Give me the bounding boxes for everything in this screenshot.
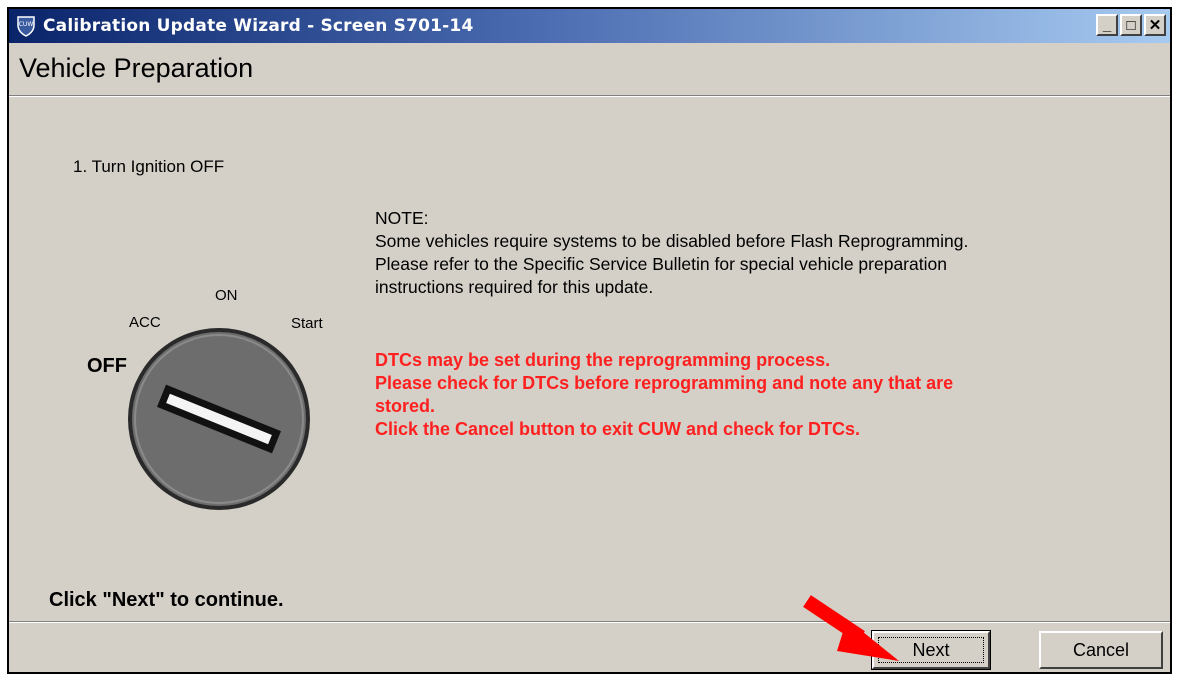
ignition-label-acc: ACC [129, 314, 161, 331]
footer-divider [9, 621, 1170, 623]
continue-prompt: Click "Next" to continue. [49, 589, 284, 611]
note-line: instructions required for this update. [375, 277, 654, 297]
close-icon: ✕ [1148, 16, 1162, 34]
dtc-warning: DTCs may be set during the reprogramming… [375, 349, 1095, 441]
warning-line: Click the Cancel button to exit CUW and … [375, 419, 861, 439]
warning-line: Please check for DTCs before reprogrammi… [375, 373, 954, 393]
warning-line: DTCs may be set during the reprogramming… [375, 350, 831, 370]
window-title: Calibration Update Wizard - Screen S701-… [43, 16, 474, 36]
minimize-icon: _ [1102, 16, 1112, 34]
note-heading: NOTE: [375, 208, 429, 228]
page-title: Vehicle Preparation [19, 53, 254, 83]
ignition-key-illustration: ACC ON Start OFF [69, 284, 359, 544]
maximize-icon: □ [1126, 16, 1136, 34]
note-line: Some vehicles require systems to be disa… [375, 231, 969, 251]
note-line: Please refer to the Specific Service Bul… [375, 254, 947, 274]
window-controls: _ □ ✕ [1096, 14, 1166, 36]
cancel-button-label: Cancel [1072, 639, 1130, 660]
cuw-icon-label: CUW [19, 21, 34, 28]
step-instruction: 1. Turn Ignition OFF [73, 157, 225, 176]
red-arrow-icon [803, 595, 899, 661]
note-block: NOTE: Some vehicles require systems to b… [375, 207, 1135, 299]
ignition-label-off: OFF [87, 355, 127, 377]
close-button[interactable]: ✕ [1144, 14, 1166, 36]
maximize-button[interactable]: □ [1120, 14, 1142, 36]
page-header: Vehicle Preparation [9, 43, 1170, 96]
wizard-window: CUW Calibration Update Wizard - Screen S… [7, 7, 1172, 674]
warning-line: stored. [375, 396, 436, 416]
cancel-button[interactable]: Cancel [1039, 631, 1163, 669]
minimize-button[interactable]: _ [1096, 14, 1118, 36]
ignition-label-on: ON [215, 287, 238, 304]
cuw-shield-icon: CUW [15, 15, 37, 37]
title-bar[interactable]: CUW Calibration Update Wizard - Screen S… [9, 9, 1170, 43]
ignition-label-start: Start [291, 315, 324, 332]
